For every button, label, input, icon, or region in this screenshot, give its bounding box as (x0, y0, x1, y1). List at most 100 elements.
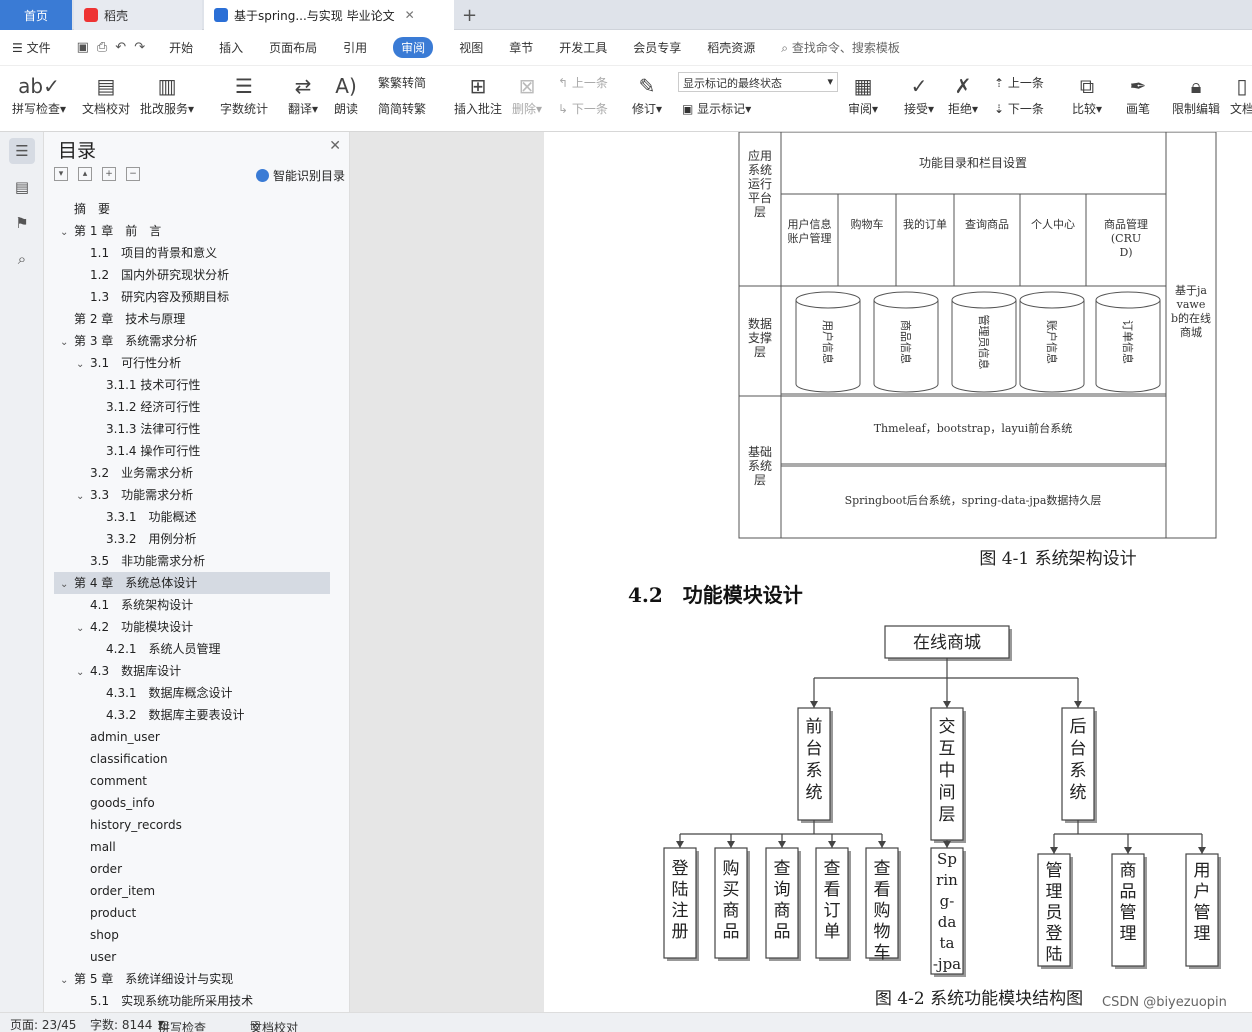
menu-item-review[interactable]: 审阅 (393, 37, 434, 58)
tab-document[interactable]: 基于spring...与实现 毕业论文 ✕ (204, 0, 454, 30)
restrict-edit-button[interactable]: 🔒︎ 限制编辑 (1172, 72, 1220, 117)
toc-item[interactable]: 1.1 项目的背景和意义 (54, 242, 330, 264)
show-markup-button[interactable]: ▣ 显示标记▾ (682, 100, 751, 117)
delete-comment-button[interactable]: ⊠ 删除▾ (512, 72, 542, 117)
chevron-down-icon[interactable]: ⌄ (76, 662, 90, 684)
compare-button[interactable]: ⧉ 比较▾ (1072, 72, 1102, 117)
translate-button[interactable]: ⇄ 翻译▾ (288, 72, 318, 117)
menu-item-devtools[interactable]: 开发工具 (559, 39, 607, 56)
toc-item[interactable]: ⌄ 4.2 功能模块设计 (54, 616, 330, 638)
track-changes-button[interactable]: ✎ 修订▾ (632, 72, 662, 117)
chevron-down-icon[interactable]: ⌄ (60, 574, 74, 596)
word-count-button[interactable]: ☰ 字数统计 (220, 72, 268, 117)
toc-item[interactable]: shop (54, 924, 330, 946)
page-indicator[interactable]: 页面: 23/45 (10, 1016, 76, 1032)
close-icon[interactable]: ✕ (405, 8, 415, 22)
toc-item[interactable]: comment (54, 770, 330, 792)
menu-item-insert[interactable]: 插入 (219, 39, 243, 56)
toc-item[interactable]: 4.3.1 数据库概念设计 (54, 682, 330, 704)
spell-check-button[interactable]: ab✓ 拼写检查▾ (12, 72, 66, 117)
smart-toc-button[interactable]: 智能识别目录 (255, 167, 345, 184)
tab-docer[interactable]: 稻壳 (74, 0, 202, 30)
toc-item[interactable]: ⌄ 第 3 章 系统需求分析 (54, 330, 330, 352)
toc-item[interactable]: 4.3.2 数据库主要表设计 (54, 704, 330, 726)
toc-item[interactable]: 1.2 国内外研究现状分析 (54, 264, 330, 286)
menu-item-section[interactable]: 章节 (509, 39, 533, 56)
undo-icon[interactable]: ↶ (115, 40, 126, 55)
toc-item[interactable]: 3.5 非功能需求分析 (54, 550, 330, 572)
toc-item[interactable]: admin_user (54, 726, 330, 748)
pen-button[interactable]: ✒ 画笔 (1126, 72, 1150, 117)
toc-item[interactable]: history_records (54, 814, 330, 836)
toc-item[interactable]: ⌄ 3.1 可行性分析 (54, 352, 330, 374)
toc-item[interactable]: ⌄ 第 5 章 系统详细设计与实现 (54, 968, 330, 990)
chapter-nav-icon[interactable]: ▤ (9, 174, 35, 200)
trad-to-simp-button[interactable]: 繁繁转简 (378, 74, 426, 91)
chevron-down-icon[interactable]: ⌄ (76, 618, 90, 640)
markup-state-select[interactable]: 显示标记的最终状态 ▾ (678, 72, 838, 92)
toc-item[interactable]: 摘 要 (54, 198, 330, 220)
chevron-down-icon[interactable]: ⌄ (76, 354, 90, 376)
bookmark-icon[interactable]: ⚑ (9, 210, 35, 236)
toc-item[interactable]: 4.1 系统架构设计 (54, 594, 330, 616)
doc-proof-button[interactable]: ▤ 文档校对 (82, 72, 130, 117)
toc-item[interactable]: 5.1 实现系统功能所采用技术 (54, 990, 330, 1008)
expand-up-icon[interactable]: ▴ (78, 167, 92, 181)
chevron-down-icon[interactable]: ⌄ (76, 486, 90, 508)
doc-permission-button[interactable]: ▯ 文档 (1230, 72, 1252, 117)
save-icon[interactable]: ▣ (77, 40, 89, 55)
toc-item[interactable]: goods_info (54, 792, 330, 814)
status-spell-check[interactable]: ☑ 拼写检查 ▾ (158, 1016, 206, 1032)
next-change-button[interactable]: ⇣ 下一条 (994, 100, 1044, 117)
word-count[interactable]: 字数: 8144 (90, 1016, 152, 1032)
reject-button[interactable]: ✗ 拒绝▾ (948, 72, 978, 117)
chevron-down-icon[interactable]: ⌄ (60, 970, 74, 992)
toc-item[interactable]: 3.3.2 用例分析 (54, 528, 330, 550)
toc-item[interactable]: 3.2 业务需求分析 (54, 462, 330, 484)
tab-home[interactable]: 首页 (0, 0, 72, 30)
collapse-all-icon[interactable]: ▾ (54, 167, 68, 181)
toc-item[interactable]: ⌄ 第 1 章 前 言 (54, 220, 330, 242)
chevron-down-icon[interactable]: ⌄ (60, 222, 74, 244)
menu-item-start[interactable]: 开始 (169, 39, 193, 56)
toc-item[interactable]: mall (54, 836, 330, 858)
read-aloud-button[interactable]: A) 朗读 (334, 72, 358, 117)
toc-item[interactable]: 3.1.1 技术可行性 (54, 374, 330, 396)
toc-item[interactable]: user (54, 946, 330, 968)
command-search[interactable]: ⌕ 查找命令、搜索模板 (781, 39, 900, 56)
prev-change-button[interactable]: ⇡ 上一条 (994, 74, 1044, 91)
toc-panel-icon[interactable]: ☰ (9, 138, 35, 164)
next-comment-button[interactable]: ↳ 下一条 (558, 100, 608, 117)
plus-icon[interactable]: + (102, 167, 116, 181)
toc-item[interactable]: 3.1.3 法律可行性 (54, 418, 330, 440)
menu-item-layout[interactable]: 页面布局 (269, 39, 317, 56)
toc-item[interactable]: 1.3 研究内容及预期目标 (54, 286, 330, 308)
print-icon[interactable]: ⎙ (97, 40, 107, 55)
redo-icon[interactable]: ↷ (134, 40, 145, 55)
search-icon[interactable]: ⌕ (9, 246, 35, 272)
toc-item[interactable]: ⌄ 第 4 章 系统总体设计 (54, 572, 330, 594)
toc-item[interactable]: ⌄ 4.3 数据库设计 (54, 660, 330, 682)
menu-item-view[interactable]: 视图 (459, 39, 483, 56)
toc-item[interactable]: 3.1.2 经济可行性 (54, 396, 330, 418)
insert-comment-button[interactable]: ⊞ 插入批注 (454, 72, 502, 117)
review-pane-button[interactable]: ▦ 审阅▾ (848, 72, 878, 117)
toc-item[interactable]: 第 2 章 技术与原理 (54, 308, 330, 330)
file-menu[interactable]: ☰ 文件 (12, 39, 51, 56)
toc-item[interactable]: order (54, 858, 330, 880)
toc-item[interactable]: order_item (54, 880, 330, 902)
toc-item[interactable]: 3.3.1 功能概述 (54, 506, 330, 528)
chevron-down-icon[interactable]: ⌄ (60, 332, 74, 354)
toc-item[interactable]: classification (54, 748, 330, 770)
close-icon[interactable]: ✕ (329, 138, 341, 154)
prev-comment-button[interactable]: ↰ 上一条 (558, 74, 608, 91)
menu-item-resources[interactable]: 稻壳资源 (707, 39, 755, 56)
menu-item-member[interactable]: 会员专享 (633, 39, 681, 56)
menu-item-references[interactable]: 引用 (343, 39, 367, 56)
simp-to-trad-button[interactable]: 简简转繁 (378, 100, 426, 117)
accept-button[interactable]: ✓ 接受▾ (904, 72, 934, 117)
toc-item[interactable]: 3.1.4 操作可行性 (54, 440, 330, 462)
minus-icon[interactable]: − (126, 167, 140, 181)
batch-service-button[interactable]: ▥ 批改服务▾ (140, 72, 194, 117)
new-tab-button[interactable]: + (462, 5, 477, 26)
